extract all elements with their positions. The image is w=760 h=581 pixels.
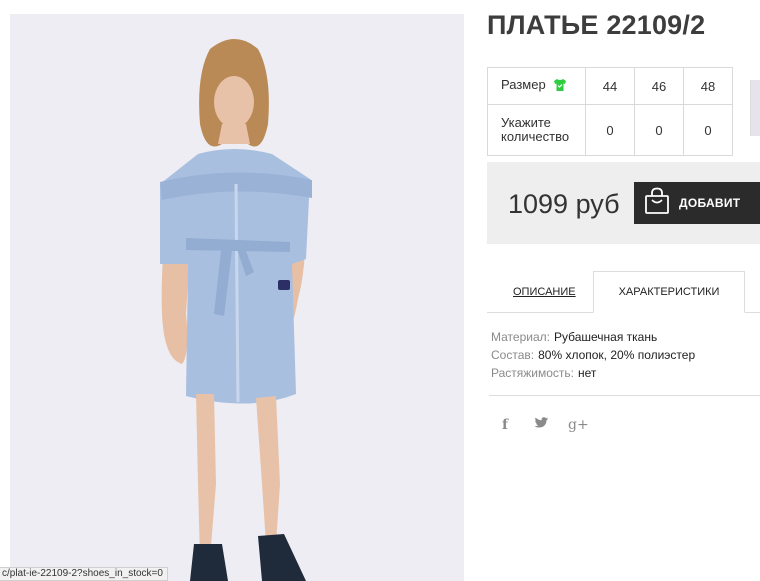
characteristic-value: 80% хлопок, 20% полиэстер [538, 348, 696, 362]
browser-status-url: c/plat-ie-22109-2?shoes_in_stock=0 [0, 567, 168, 581]
tab-characteristics-label: ХАРАКТЕРИСТИКИ [618, 286, 720, 298]
characteristic-key: Материал: [491, 330, 550, 344]
quantity-44[interactable]: 0 [585, 104, 635, 156]
size-row: Размер 44 46 48 [487, 67, 733, 105]
buy-box: 1099 руб ДОБАВИТ [487, 162, 760, 244]
characteristic-row: Материал: Рубашечная ткань [491, 328, 695, 346]
product-price: 1099 руб [508, 189, 620, 219]
quantity-label-line1: Укажите [501, 115, 551, 130]
thumbnail-image[interactable] [750, 80, 760, 136]
characteristic-key: Растяжимость: [491, 366, 575, 380]
size-44[interactable]: 44 [585, 67, 635, 105]
shopping-bag-icon [644, 187, 670, 220]
social-share: f g+ [502, 416, 589, 434]
facebook-icon[interactable]: f [502, 417, 534, 433]
quantity-row: Укажите количество 0 0 0 [487, 104, 733, 156]
section-divider [489, 395, 760, 396]
size-label-cell: Размер [487, 67, 586, 105]
characteristic-key: Состав: [491, 348, 535, 362]
quantity-label-cell: Укажите количество [487, 104, 586, 156]
size-46[interactable]: 46 [634, 67, 684, 105]
size-label: Размер [501, 76, 546, 92]
add-to-cart-button[interactable]: ДОБАВИТ [634, 182, 760, 224]
size-table: Размер 44 46 48 Укажите количество 0 0 0 [487, 67, 733, 156]
tab-description[interactable]: ОПИСАНИЕ [513, 286, 576, 298]
quantity-label-line2: количество [501, 129, 570, 144]
twitter-icon[interactable] [534, 416, 568, 434]
tab-characteristics[interactable]: ХАРАКТЕРИСТИКИ [593, 271, 745, 313]
googleplus-icon[interactable]: g+ [568, 417, 589, 433]
add-to-cart-label: ДОБАВИТ [679, 196, 741, 210]
product-photo-illustration [10, 14, 464, 581]
tshirt-icon[interactable] [553, 78, 567, 95]
characteristic-row: Состав: 80% хлопок, 20% полиэстер [491, 346, 695, 364]
characteristics-list: Материал: Рубашечная ткань Состав: 80% хло… [491, 328, 695, 382]
characteristic-value: нет [578, 366, 597, 380]
characteristic-value: Рубашечная ткань [553, 330, 658, 344]
product-photo[interactable] [10, 14, 464, 581]
product-title: ПЛАТЬЕ 22109/2 [487, 10, 706, 40]
characteristic-row: Растяжимость: нет [491, 364, 695, 382]
quantity-46[interactable]: 0 [634, 104, 684, 156]
size-48[interactable]: 48 [683, 67, 733, 105]
quantity-48[interactable]: 0 [683, 104, 733, 156]
